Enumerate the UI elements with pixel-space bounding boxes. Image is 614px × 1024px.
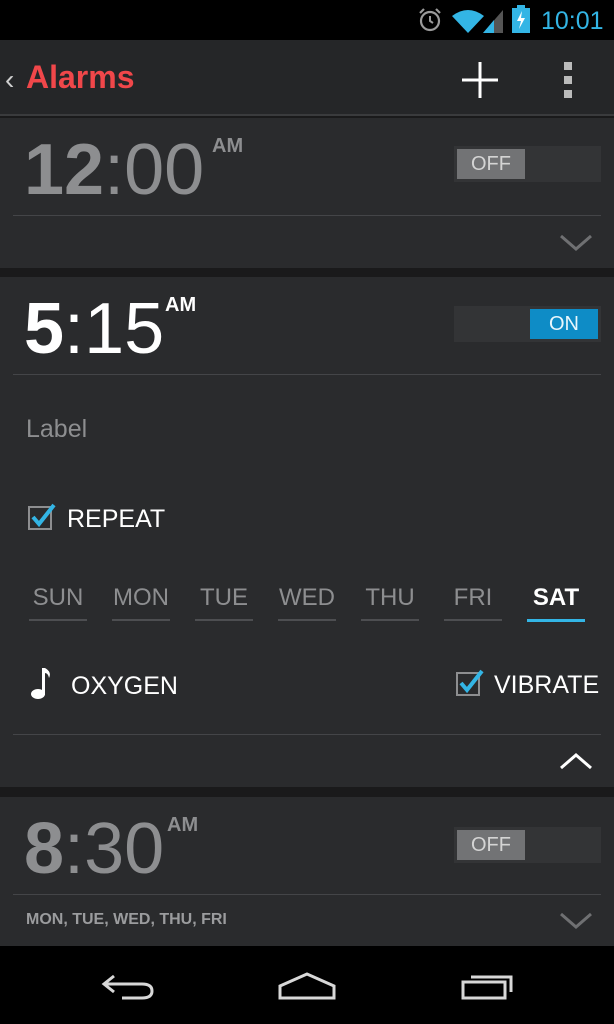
vibrate-checkbox[interactable] <box>456 669 484 697</box>
alarm-time[interactable]: 5:15 AM <box>24 293 196 365</box>
cell-signal-icon <box>483 10 503 33</box>
up-chevron-icon[interactable]: ‹ <box>5 66 14 94</box>
day-toggle-sat[interactable]: SAT <box>527 584 585 612</box>
overflow-menu-icon[interactable] <box>556 56 580 104</box>
repeat-checkbox[interactable] <box>28 503 56 531</box>
back-icon[interactable] <box>100 970 156 1002</box>
alarm-time[interactable]: 8:30 AM <box>24 813 198 885</box>
music-note-icon <box>31 668 50 699</box>
day-underline <box>444 619 502 621</box>
day-toggle-thu[interactable]: THU <box>361 584 419 612</box>
status-time: 10:01 <box>541 7 604 35</box>
home-icon[interactable] <box>276 970 338 1002</box>
day-underline <box>195 619 253 621</box>
recent-apps-icon[interactable] <box>459 970 517 1002</box>
alarm-card[interactable]: 8:30 AM OFF MON, TUE, WED, THU, FRI <box>0 797 614 946</box>
day-underline <box>278 619 336 621</box>
repeat-label: REPEAT <box>67 505 166 533</box>
page-title[interactable]: Alarms <box>26 59 135 96</box>
collapse-chevron-up-icon[interactable] <box>559 751 593 771</box>
day-toggle-tue[interactable]: TUE <box>195 584 253 612</box>
alarm-label-field[interactable]: Label <box>26 415 87 444</box>
day-toggle-mon[interactable]: MON <box>112 584 170 612</box>
divider <box>13 215 601 216</box>
divider <box>13 734 601 735</box>
alarm-toggle[interactable]: OFF <box>454 146 601 182</box>
alarm-icon <box>419 8 441 32</box>
expand-chevron-down-icon[interactable] <box>559 233 593 253</box>
day-underline-selected <box>527 619 585 622</box>
day-toggle-fri[interactable]: FRI <box>444 584 502 612</box>
navigation-bar <box>0 946 614 1024</box>
alarm-toggle[interactable]: ON <box>454 306 601 342</box>
wifi-icon <box>452 10 484 33</box>
day-underline <box>361 619 419 621</box>
alarm-card-expanded[interactable]: 5:15 AM ON Label REPEAT SUN MON TUE WED T… <box>0 277 614 787</box>
divider <box>13 374 601 375</box>
alarm-card[interactable]: 12:00 AM OFF <box>0 118 614 268</box>
battery-charging-icon <box>512 5 530 33</box>
vibrate-label: VIBRATE <box>494 671 600 699</box>
add-alarm-button[interactable] <box>456 56 504 104</box>
alarm-time[interactable]: 12:00 AM <box>24 134 243 206</box>
day-underline <box>29 619 87 621</box>
status-bar: 10:01 <box>0 0 614 40</box>
expand-chevron-down-icon[interactable] <box>559 911 593 931</box>
alarm-toggle[interactable]: OFF <box>454 827 601 863</box>
ringtone-selector[interactable]: OXYGEN <box>71 672 178 701</box>
day-underline <box>112 619 170 621</box>
repeat-days-summary: MON, TUE, WED, THU, FRI <box>26 911 227 928</box>
action-bar: ‹ Alarms <box>0 40 614 116</box>
divider <box>13 894 601 895</box>
day-toggle-wed[interactable]: WED <box>278 584 336 612</box>
day-toggle-sun[interactable]: SUN <box>29 584 87 612</box>
